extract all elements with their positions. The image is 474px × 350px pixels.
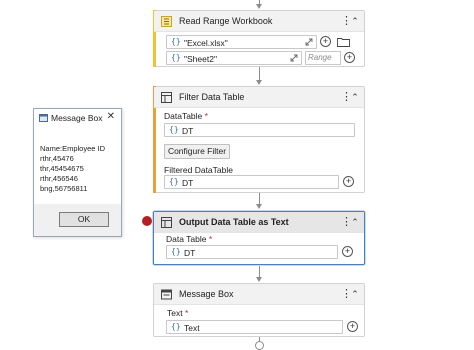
dialog-message: Name:Employee ID rthr,45476 thr,45454675… <box>40 144 105 194</box>
connector-line <box>259 67 260 81</box>
add-variable-icon[interactable]: + <box>343 176 354 187</box>
expression-brace-icon: {} <box>169 125 179 134</box>
workbook-path-field[interactable]: {} "Excel.xlsx" <box>166 35 317 49</box>
connector-arrow <box>256 204 262 209</box>
message-line: Name:Employee ID <box>40 144 106 153</box>
browse-folder-icon[interactable] <box>337 37 350 47</box>
kebab-menu-icon[interactable]: ⋮ <box>341 215 352 229</box>
text-value: Text <box>184 322 200 333</box>
dialog-footer: OK <box>34 204 121 236</box>
output-data-table-activity[interactable]: Output Data Table as Text ⋮ ⌃ Data Table… <box>153 211 365 265</box>
ok-button[interactable]: OK <box>59 212 109 227</box>
activity-title: Message Box <box>179 289 234 299</box>
activity-header[interactable]: Filter Data Table ⋮ ⌃ <box>154 87 364 108</box>
app-window-icon <box>39 114 48 122</box>
message-line: bng,56756811 <box>40 184 88 193</box>
message-box-activity[interactable]: Message Box ⋮ ⌃ Text * {} Text + <box>153 283 365 337</box>
message-line: thr,45454675 <box>40 164 84 173</box>
dialog-titlebar[interactable]: Message Box ✕ <box>34 109 121 127</box>
sheet-name-value: "Sheet2" <box>184 53 217 64</box>
text-input[interactable]: {} Text <box>166 320 343 334</box>
message-line: rthr,45476 <box>40 154 74 163</box>
workbook-path-value: "Excel.xlsx" <box>184 37 228 48</box>
sheet-name-field[interactable]: {} "Sheet2" <box>166 51 302 65</box>
expand-icon[interactable] <box>290 54 298 62</box>
data-table-label: Data Table * <box>166 234 213 244</box>
datatable-input[interactable]: {} DT <box>164 123 355 137</box>
data-table-input[interactable]: {} DT <box>166 245 338 259</box>
activity-title: Read Range Workbook <box>179 16 273 26</box>
expression-brace-icon: {} <box>169 177 179 186</box>
connector-arrow <box>256 4 262 9</box>
collapse-icon[interactable]: ⌃ <box>350 90 360 104</box>
range-field[interactable]: Range <box>305 51 341 65</box>
connector-line <box>259 265 260 277</box>
message-line: rthr,456546 <box>40 174 78 183</box>
collapse-icon[interactable]: ⌃ <box>350 14 360 28</box>
read-range-workbook-activity[interactable]: Read Range Workbook ⋮ ⌃ {} "Excel.xlsx" … <box>153 10 365 67</box>
expression-brace-icon: {} <box>171 247 181 256</box>
data-table-icon <box>161 92 172 103</box>
message-box-dialog: Message Box ✕ Name:Employee ID rthr,4547… <box>33 108 122 237</box>
dialog-title: Message Box <box>51 113 103 123</box>
add-variable-icon[interactable]: + <box>342 246 353 257</box>
expand-icon[interactable] <box>305 38 313 46</box>
datatable-value: DT <box>182 125 194 136</box>
kebab-menu-icon[interactable]: ⋮ <box>341 90 352 104</box>
collapse-icon[interactable]: ⌃ <box>350 215 360 229</box>
activity-header[interactable]: Read Range Workbook ⋮ ⌃ <box>154 11 364 32</box>
add-variable-icon[interactable]: + <box>320 36 331 47</box>
filtered-datatable-value: DT <box>182 177 194 188</box>
connector-end-circle <box>255 341 264 350</box>
excel-workbook-icon <box>161 16 172 27</box>
collapse-icon[interactable]: ⌃ <box>350 287 360 301</box>
filter-data-table-activity[interactable]: Filter Data Table ⋮ ⌃ DataTable * {} DT … <box>153 86 365 193</box>
activity-header[interactable]: Message Box ⋮ ⌃ <box>154 284 364 305</box>
breakpoint-indicator[interactable] <box>142 216 152 226</box>
data-table-value: DT <box>184 247 196 258</box>
filtered-datatable-input[interactable]: {} DT <box>164 175 339 189</box>
connector-arrow <box>256 277 262 282</box>
data-table-icon <box>161 217 172 228</box>
expression-brace-icon: {} <box>171 53 181 62</box>
connector-arrow <box>256 80 262 85</box>
datatable-label: DataTable * <box>164 111 208 121</box>
message-box-icon <box>161 289 172 300</box>
activity-header[interactable]: Output Data Table as Text ⋮ ⌃ <box>154 212 364 233</box>
add-variable-icon[interactable]: + <box>347 321 358 332</box>
kebab-menu-icon[interactable]: ⋮ <box>341 287 352 301</box>
activity-title: Filter Data Table <box>179 92 245 102</box>
activity-title: Output Data Table as Text <box>179 217 289 227</box>
configure-filter-button[interactable]: Configure Filter <box>164 144 230 159</box>
expression-brace-icon: {} <box>171 37 181 46</box>
kebab-menu-icon[interactable]: ⋮ <box>341 14 352 28</box>
text-label: Text * <box>167 308 189 318</box>
filtered-datatable-label: Filtered DataTable <box>164 165 233 175</box>
expression-brace-icon: {} <box>171 322 181 331</box>
close-icon[interactable]: ✕ <box>107 111 115 122</box>
add-variable-icon[interactable]: + <box>344 52 355 63</box>
